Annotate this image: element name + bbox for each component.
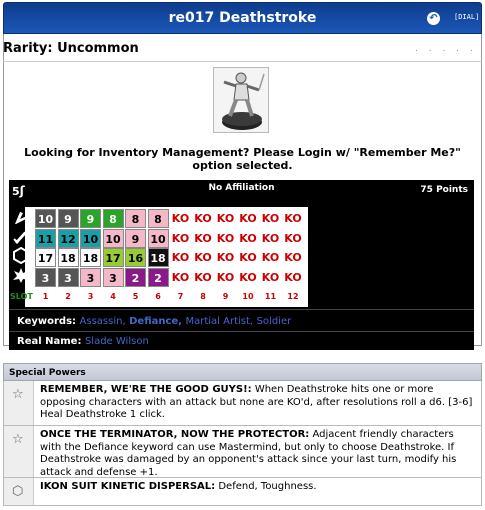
power-name: IKON SUIT KINETIC DISPERSAL: — [40, 481, 216, 492]
slot-number[interactable]: 9 — [215, 292, 236, 301]
special-powers-header: Special Powers — [3, 363, 482, 381]
star-icon: ☆ — [12, 432, 24, 447]
slot-label: SLOT — [10, 292, 33, 301]
dial-cell: 17 — [35, 248, 56, 267]
dial-cell: KO — [192, 267, 214, 287]
keyword-link[interactable]: Defiance, — [129, 316, 182, 327]
dial-cell: 10 — [147, 228, 169, 248]
power-row: ⬡ IKON SUIT KINETIC DISPERSAL: Defend, T… — [3, 478, 482, 506]
dial-cell: KO — [282, 209, 304, 228]
dial-cell: KO — [282, 228, 304, 248]
point-value: 75 Points — [420, 185, 468, 195]
dial-cell: KO — [170, 267, 191, 287]
dial-cell: 3 — [102, 267, 124, 287]
dial-cell: 8 — [147, 209, 169, 228]
star-icon: ☆ — [12, 387, 24, 402]
dial-cell: 3 — [57, 267, 79, 287]
dial-cell: KO — [282, 248, 304, 267]
dial-cell: KO — [237, 248, 259, 267]
dial-cell: 10 — [35, 209, 56, 228]
dial-cell: 18 — [57, 248, 79, 267]
keyword-link[interactable]: Soldier — [257, 316, 292, 327]
real-name-label: Real Name: — [17, 336, 82, 347]
power-name: ONCE THE TERMINATOR, NOW THE PROTECTOR: — [40, 429, 310, 440]
dial-cell: 10 — [102, 228, 124, 248]
slot-number[interactable]: 5 — [125, 292, 146, 301]
rarity-label: Rarity: Uncommon — [3, 41, 139, 56]
keywords-bar: Keywords: Assassin, Defiance, Martial Ar… — [9, 309, 474, 331]
slot-number[interactable]: 2 — [58, 292, 79, 301]
power-row: ☆ REMEMBER, WE'RE THE GOOD GUYS!: When D… — [3, 381, 482, 426]
real-name-link[interactable]: Slade Wilson — [85, 336, 149, 347]
dial-cell: KO — [170, 209, 191, 228]
dial-cell: 9 — [125, 228, 146, 248]
dial-cell: 2 — [147, 267, 169, 287]
slot-number[interactable]: 10 — [238, 292, 259, 301]
dial-cell: KO — [170, 228, 191, 248]
dial-cell: KO — [237, 228, 259, 248]
divider — [3, 61, 482, 62]
power-row: ☆ ONCE THE TERMINATOR, NOW THE PROTECTOR… — [3, 426, 482, 478]
title-bar: re017 Deathstroke ↶ [DIAL] — [3, 2, 482, 34]
dial-grid: 10 9 9 8 8 8 KO KO KO KO KO KO 11 12 10 10 9 10 KO KO KO KO KO… — [25, 207, 308, 307]
slot-number[interactable]: 8 — [193, 292, 214, 301]
rating-dots: . . . . . — [415, 44, 477, 54]
shield-icon: ⬡ — [12, 484, 24, 499]
dial-cell: KO — [215, 209, 236, 228]
dial-cell: 16 — [125, 248, 146, 267]
slot-number[interactable]: 4 — [103, 292, 124, 301]
page-title: re017 Deathstroke — [168, 10, 317, 26]
figure-photo[interactable] — [213, 67, 269, 133]
dial-cell: KO — [237, 209, 259, 228]
dial-cell: KO — [215, 228, 236, 248]
inventory-message: Looking for Inventory Management? Please… — [24, 146, 461, 172]
affiliation: No Affiliation — [208, 183, 275, 193]
dial-cell: 18 — [80, 248, 101, 267]
dial-cell: 2 — [125, 267, 146, 287]
dial-cell: KO — [192, 228, 214, 248]
dial-cell: KO — [215, 248, 236, 267]
dial-cell: KO — [260, 248, 281, 267]
dial-cell: 8 — [102, 209, 124, 228]
dial-cell: 10 — [80, 228, 101, 248]
slot-number[interactable]: 1 — [35, 292, 56, 301]
dial-cell: 9 — [57, 209, 79, 228]
dial-cell: KO — [260, 267, 281, 287]
power-text: Defend, Toughness. — [215, 481, 317, 492]
dial-cell: KO — [192, 248, 214, 267]
dial-cell: KO — [237, 267, 259, 287]
dial-cell: 11 — [35, 228, 56, 248]
dial-cell: KO — [282, 267, 304, 287]
dial-cell: KO — [260, 228, 281, 248]
keyword-link[interactable]: Martial Artist, — [185, 316, 253, 327]
dial-cell: 17 — [102, 248, 124, 267]
dial-button[interactable]: [DIAL] — [454, 13, 479, 21]
dial-cell: KO — [260, 209, 281, 228]
back-icon[interactable]: ↶ — [427, 12, 440, 25]
power-name: REMEMBER, WE'RE THE GOOD GUYS!: — [40, 384, 252, 395]
dial-cell: KO — [215, 267, 236, 287]
slot-number[interactable]: 12 — [283, 292, 304, 301]
slot-number[interactable]: 11 — [260, 292, 281, 301]
slot-number[interactable]: 3 — [80, 292, 101, 301]
dial-cell: 3 — [35, 267, 56, 287]
dial-cell: 12 — [57, 228, 79, 248]
slot-number[interactable]: 6 — [148, 292, 169, 301]
keywords-label: Keywords: — [17, 316, 77, 327]
dial-cell: 8 — [125, 209, 146, 228]
keyword-link[interactable]: Assassin, — [80, 316, 126, 327]
dial-cell: KO — [192, 209, 214, 228]
dial-cell: 9 — [80, 209, 101, 228]
dial-cell: 3 — [80, 267, 101, 287]
dial-cell: KO — [170, 248, 191, 267]
slot-number[interactable]: 7 — [170, 292, 191, 301]
dial-cell: 18 — [147, 248, 169, 267]
real-name-bar: Real Name: Slade Wilson — [9, 331, 474, 350]
